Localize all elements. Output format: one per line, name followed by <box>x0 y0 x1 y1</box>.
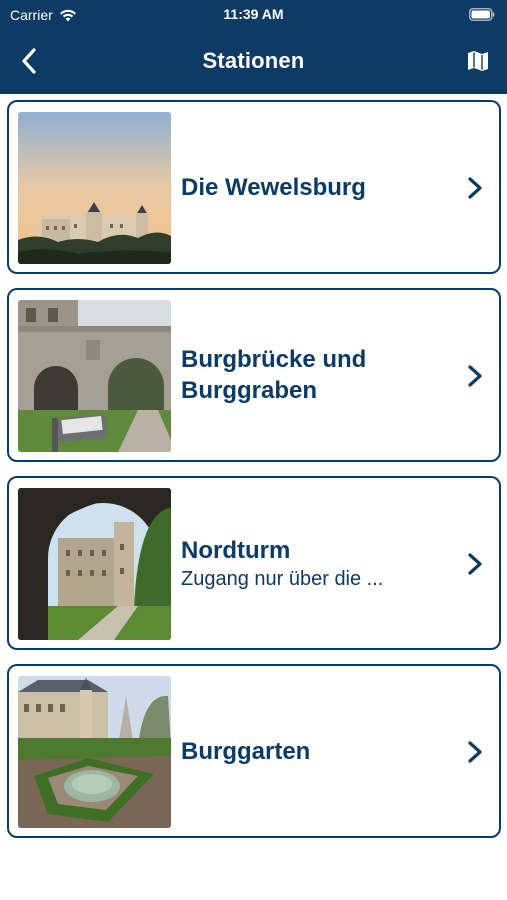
station-card-burggarten[interactable]: Burggarten <box>7 664 501 838</box>
station-title: Burgbrücke und Burggraben <box>181 346 367 404</box>
station-text: Die Wewelsburg <box>181 102 439 272</box>
station-title: Nordturm <box>181 536 291 564</box>
navigation-bar: Stationen <box>0 38 507 84</box>
chevron-right-icon <box>468 365 482 387</box>
chevron-right-icon <box>468 177 482 199</box>
station-subtitle: Zugang nur über die ... <box>181 567 384 590</box>
station-text: Burgbrücke und Burggraben <box>181 290 439 460</box>
chevron-right-icon <box>468 553 482 575</box>
map-icon <box>468 51 488 71</box>
station-text: Nordturm Zugang nur über die ... <box>181 478 439 648</box>
station-image-nordturm <box>18 488 171 640</box>
battery-icon <box>469 8 495 21</box>
station-text: Burggarten <box>181 666 439 836</box>
station-image-wewelsburg <box>18 112 171 264</box>
chevron-right-icon <box>468 741 482 763</box>
status-time: 11:39 AM <box>223 6 284 22</box>
station-card-nordturm[interactable]: Nordturm Zugang nur über die ... <box>7 476 501 650</box>
page-title: Stationen <box>202 48 305 73</box>
station-image-burgbruecke <box>18 300 171 452</box>
station-card-wewelsburg[interactable]: Die Wewelsburg <box>7 100 501 274</box>
station-title: Burggarten <box>181 737 311 765</box>
station-title: Die Wewelsburg <box>181 173 366 201</box>
status-bar: Carrier 11:39 AM <box>0 0 507 30</box>
station-image-burggarten <box>18 676 171 828</box>
station-card-burgbruecke[interactable]: Burgbrücke und Burggraben <box>7 288 501 462</box>
map-button[interactable] <box>463 46 493 76</box>
app-header: Carrier 11:39 AM Stationen <box>0 0 507 94</box>
